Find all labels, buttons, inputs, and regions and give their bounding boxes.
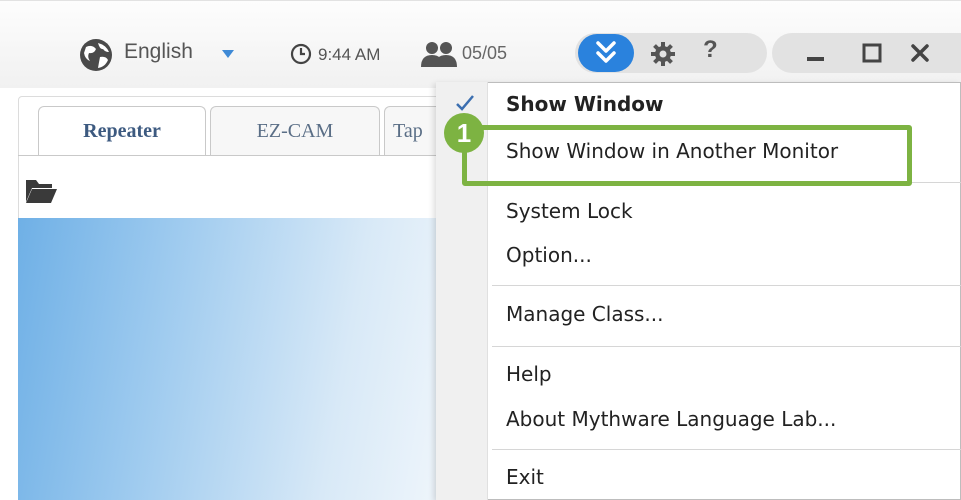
menu-item-help[interactable]: Help [506,362,552,386]
students-icon[interactable] [420,40,458,68]
menu-item-system-lock[interactable]: System Lock [506,199,633,223]
tab-repeater[interactable]: Repeater [38,106,206,156]
menu-dropdown-button[interactable] [578,34,634,72]
student-count: 05/05 [462,43,508,63]
tab-ez-cam[interactable]: EZ-CAM [210,106,380,156]
globe-icon[interactable] [78,37,114,73]
content-preview-area [18,218,438,500]
menu-separator [492,346,961,347]
language-selector[interactable]: English [124,40,193,64]
close-icon[interactable] [905,38,935,68]
menu-item-manage-class[interactable]: Manage Class... [506,302,664,326]
step-badge: 1 [444,113,484,153]
annotation-highlight-box [462,125,912,186]
help-button[interactable]: ? [703,36,718,64]
menu-item-about[interactable]: About Mythware Language Lab... [506,407,836,431]
menu-item-exit[interactable]: Exit [506,465,544,489]
tab-tap[interactable]: Tap [384,106,444,156]
minimize-icon[interactable] [800,38,830,68]
menu-item-option[interactable]: Option... [506,243,592,267]
clock-icon [290,43,312,65]
tab-divider [18,155,438,156]
maximize-icon[interactable] [857,38,887,68]
gear-icon[interactable] [650,41,676,67]
menu-separator [492,449,961,450]
menu-separator [492,285,961,286]
clock-time: 9:44 AM [318,45,381,64]
double-chevron-down-icon [596,41,616,63]
caret-down-icon[interactable] [222,50,234,58]
open-folder-icon[interactable] [24,176,58,206]
menu-item-show-window[interactable]: Show Window [506,92,664,116]
checkmark-icon [456,95,474,111]
